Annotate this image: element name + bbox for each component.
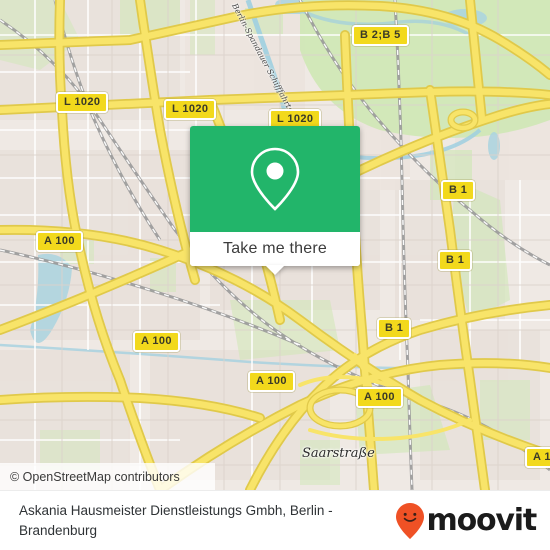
road-shield-a100-southeast: A 100 [356,387,403,408]
road-shield-a100-west: A 100 [36,231,83,252]
moovit-logo[interactable]: moovit [395,502,550,540]
road-shield-l1020-west: L 1020 [56,92,109,113]
map-label-saarstrasse: Saarstraße [302,446,375,461]
road-shield-b2b5: B 2;B 5 [352,25,409,46]
card-image-area [190,126,360,232]
map-pin-icon [250,147,300,211]
road-shield-a100-south: A 100 [248,371,295,392]
footer-bar: Askania Hausmeister Dienstleistungs Gmbh… [0,490,550,550]
road-shield-b1-south: B 1 [377,318,412,339]
road-shield-l1020-mid: L 1020 [164,99,217,120]
road-shield-a1-edge: A 1 [525,447,550,468]
moovit-wordmark: moovit [426,502,538,538]
take-me-there-label: Take me there [223,240,327,257]
place-info-card[interactable]: Take me there [190,126,360,275]
road-shield-b1-north: B 1 [441,180,476,201]
place-title: Askania Hausmeister Dienstleistungs Gmbh… [19,502,333,538]
road-shield-a100-southwest: A 100 [133,331,180,352]
map-attribution[interactable]: © OpenStreetMap contributors [0,463,215,490]
road-shield-b1-mid: B 1 [438,250,473,271]
card-pointer-triangle [265,265,285,275]
take-me-there-button[interactable]: Take me there [190,232,360,275]
attribution-text: © OpenStreetMap contributors [10,469,180,484]
map-canvas[interactable]: Berlin-Spandauer Schifffahrtskanal Saars… [0,0,550,490]
moovit-smiley-pin-icon [395,502,424,539]
map-page: Berlin-Spandauer Schifffahrtskanal Saars… [0,0,550,550]
